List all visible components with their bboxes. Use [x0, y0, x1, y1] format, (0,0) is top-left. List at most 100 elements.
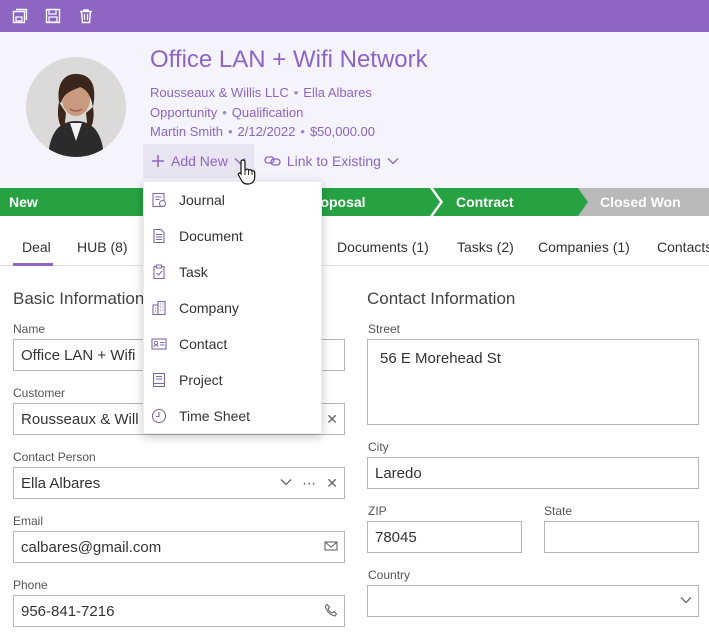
city-field[interactable]: Laredo	[367, 457, 699, 489]
separator: •	[300, 124, 305, 139]
amount-text: $50,000.00	[309, 124, 376, 139]
email-field[interactable]: calbares@gmail.com	[13, 531, 345, 563]
tab-contacts[interactable]: Contacts	[657, 239, 709, 255]
chevron-down-icon	[387, 158, 399, 165]
mail-icon[interactable]	[324, 539, 338, 553]
stage-text: Qualification	[231, 105, 304, 120]
clear-icon[interactable]: ✕	[326, 475, 338, 492]
link-icon	[264, 156, 281, 166]
zip-label: ZIP	[368, 504, 387, 518]
menu-item-task[interactable]: Task	[144, 254, 323, 290]
header-meta-line2: Opportunity • Qualification	[150, 105, 303, 120]
tab-bar: Deal HUB (8) Documents (1) Tasks (2) Com…	[0, 230, 709, 266]
stage-new[interactable]: New	[0, 188, 160, 216]
company-link[interactable]: Rousseaux & Willis LLC	[150, 85, 289, 100]
hand-cursor-icon	[237, 159, 256, 185]
menu-item-journal[interactable]: Journal	[144, 182, 323, 218]
phone-label: Phone	[13, 578, 48, 592]
menu-item-label: Company	[179, 300, 239, 316]
page-title: Office LAN + Wifi Network	[150, 46, 428, 73]
customer-value: Rousseaux & Will	[21, 410, 139, 428]
menu-item-label: Contact	[179, 336, 228, 352]
stage-closed-won-label: Closed Won	[600, 194, 681, 210]
contact-link[interactable]: Ella Albares	[303, 85, 372, 100]
phone-value: 956-841-7216	[21, 602, 115, 620]
tab-documents[interactable]: Documents (1)	[337, 239, 429, 255]
stage-pipeline: New roposal Contract Closed Won	[0, 188, 709, 216]
tab-hub[interactable]: HUB (8)	[77, 239, 128, 255]
clear-icon[interactable]: ✕	[326, 411, 338, 428]
email-value: calbares@gmail.com	[21, 538, 162, 556]
header-meta-line1: Rousseaux & Willis LLC • Ella Albares	[150, 85, 372, 100]
task-icon	[153, 264, 165, 280]
link-to-existing-button[interactable]: Link to Existing	[254, 144, 409, 178]
street-label: Street	[368, 322, 401, 336]
city-value: Laredo	[375, 464, 422, 482]
stage-new-label: New	[9, 194, 38, 210]
city-label: City	[368, 440, 389, 454]
basic-info-title: Basic Information	[13, 289, 145, 308]
zip-field[interactable]: 78045	[367, 521, 522, 553]
state-label: State	[544, 504, 573, 518]
country-label: Country	[368, 568, 411, 582]
phone-field[interactable]: 956-841-7216	[13, 595, 345, 627]
active-tab-indicator	[13, 263, 53, 266]
street-field[interactable]: 56 E Morehead St	[367, 339, 699, 425]
phone-icon[interactable]	[324, 603, 338, 617]
menu-item-label: Document	[179, 228, 243, 244]
menu-item-document[interactable]: Document	[144, 218, 323, 254]
record-type: Opportunity	[150, 105, 218, 120]
separator: •	[293, 85, 299, 100]
menu-item-label: Time Sheet	[179, 408, 251, 424]
header-meta-line3: Martin Smith • 2/12/2022 • $50,000.00	[150, 124, 375, 139]
separator: •	[222, 105, 227, 120]
menu-item-label: Journal	[179, 192, 225, 208]
delete-icon[interactable]	[76, 6, 96, 26]
email-label: Email	[13, 514, 44, 528]
zip-value: 78045	[375, 528, 417, 546]
stage-closed-won[interactable]: Closed Won	[578, 188, 709, 216]
menu-item-label: Task	[179, 264, 208, 280]
menu-item-label: Project	[179, 372, 223, 388]
customer-label: Customer	[13, 386, 66, 400]
add-new-menu: Journal Document Task Company Contact Pr…	[143, 181, 322, 434]
menu-item-company[interactable]: Company	[144, 290, 323, 326]
journal-icon	[152, 192, 166, 208]
state-field[interactable]	[544, 521, 699, 553]
clock-icon	[151, 408, 167, 424]
contact-person-field[interactable]: Ella Albares ⋯ ✕	[13, 467, 345, 499]
link-existing-label: Link to Existing	[286, 153, 381, 169]
header-actions: Add New Link to Existing	[143, 144, 409, 178]
contact-info-title: Contact Information	[367, 289, 516, 308]
country-select[interactable]	[367, 585, 699, 617]
save-icon[interactable]	[43, 6, 63, 26]
contact-card-icon	[151, 338, 167, 350]
record-header: Office LAN + Wifi Network Rousseaux & Wi…	[0, 32, 709, 188]
name-label: Name	[13, 322, 46, 336]
tab-companies[interactable]: Companies (1)	[538, 239, 630, 255]
contact-person-label: Contact Person	[13, 450, 96, 464]
project-icon	[152, 372, 166, 388]
add-new-label: Add New	[171, 153, 228, 169]
chevron-down-icon[interactable]	[680, 593, 692, 607]
top-toolbar	[0, 0, 709, 32]
owner-link[interactable]: Martin Smith	[150, 124, 223, 139]
stage-contract-label: Contract	[456, 194, 514, 210]
chevron-down-icon[interactable]	[280, 475, 292, 489]
contact-person-value: Ella Albares	[21, 474, 101, 492]
tab-deal[interactable]: Deal	[22, 239, 51, 255]
separator: •	[227, 124, 233, 139]
date-text: 2/12/2022	[237, 124, 296, 139]
name-value: Office LAN + Wifi	[21, 346, 136, 364]
menu-item-time-sheet[interactable]: Time Sheet	[144, 398, 323, 434]
avatar	[26, 57, 126, 157]
document-icon	[153, 228, 165, 244]
plus-icon	[152, 155, 164, 167]
stage-contract[interactable]: Contract	[433, 188, 593, 216]
company-icon	[152, 300, 166, 316]
save-as-icon[interactable]	[10, 6, 30, 26]
more-icon[interactable]: ⋯	[302, 475, 316, 492]
menu-item-contact[interactable]: Contact	[144, 326, 323, 362]
tab-tasks[interactable]: Tasks (2)	[457, 239, 514, 255]
menu-item-project[interactable]: Project	[144, 362, 323, 398]
